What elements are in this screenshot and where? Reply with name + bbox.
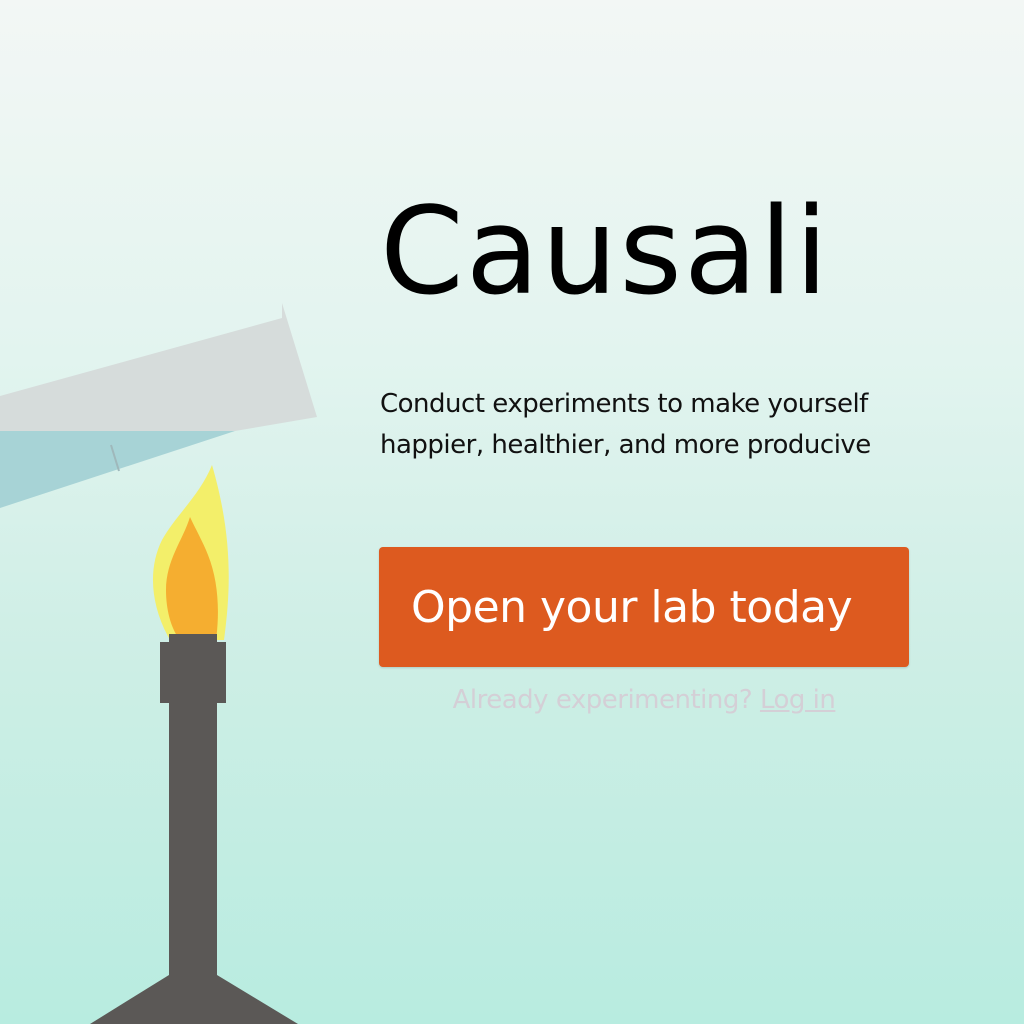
login-prompt: Already experimenting? [452, 685, 753, 715]
bunsen-burner-icon [90, 634, 298, 1024]
lab-illustration [0, 303, 317, 1024]
login-row: Already experimenting? Log in [379, 680, 909, 720]
burner-base [90, 975, 298, 1024]
tagline: Conduct experiments to make yourself hap… [380, 389, 871, 460]
app-title: Causali [380, 183, 831, 322]
login-link[interactable]: Log in [760, 685, 836, 715]
test-tube-icon [0, 303, 317, 508]
test-tube-glass [0, 303, 317, 431]
open-lab-button[interactable]: Open your lab today [379, 547, 909, 667]
flame-icon [152, 465, 229, 640]
burner-barrel [169, 634, 217, 984]
